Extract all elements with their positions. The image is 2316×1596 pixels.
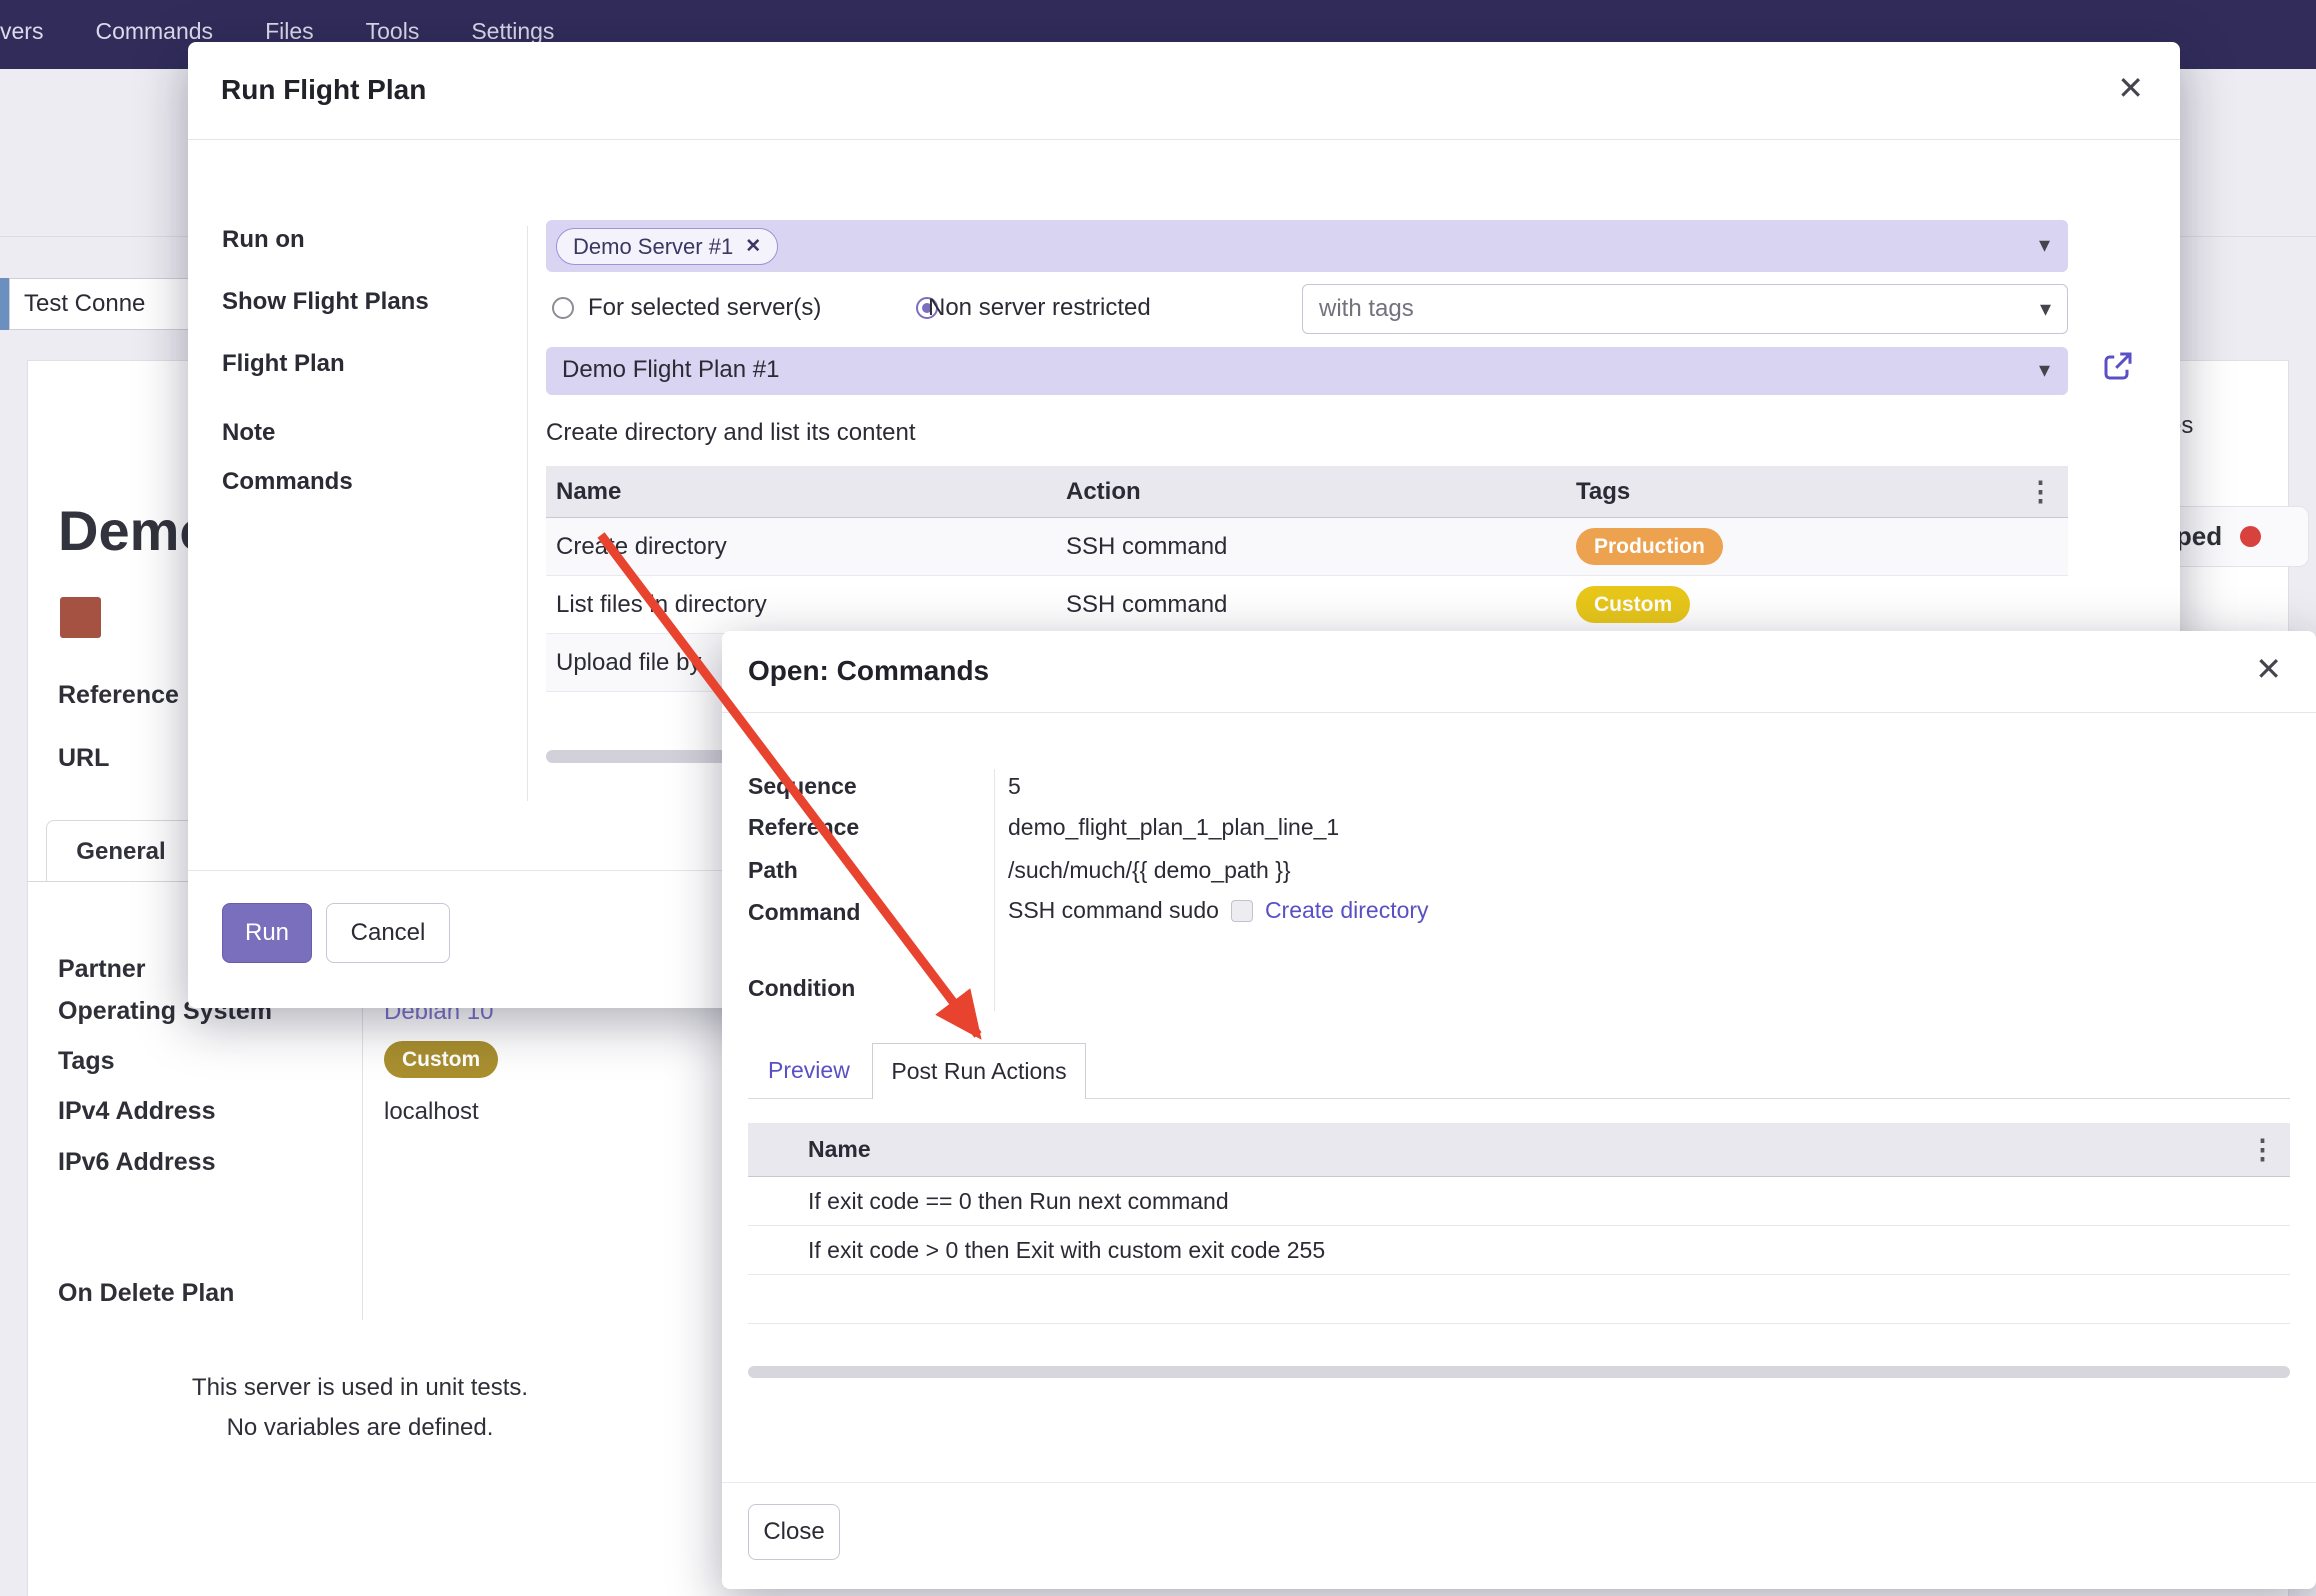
path-label: Path [748,857,798,884]
left-edge-button[interactable] [0,278,9,330]
remove-tag-icon[interactable]: ✕ [745,235,761,258]
modal-header: Open: Commands ✕ [722,631,2316,713]
row-action: SSH command [1056,533,1566,561]
actions-table-header: Name ⋮ [748,1123,2290,1177]
table-row[interactable]: If exit code > 0 then Exit with custom e… [748,1226,2290,1275]
color-swatch[interactable] [60,597,101,638]
nav-item-files[interactable]: Files [265,18,314,45]
plan-description: Create directory and list its content [546,419,916,447]
server-tag-chip[interactable]: Demo Server #1 ✕ [556,228,778,265]
commands-modal: Open: Commands ✕ Sequence Reference Path… [722,631,2316,1589]
reference-label: Reference [748,814,859,841]
command-row: SSH command sudo Create directory [1008,897,1429,924]
modal-footer-divider [722,1482,2316,1483]
row-name: Create directory [546,533,1056,561]
modal-header: Run Flight Plan ✕ [188,42,2180,140]
tags-custom-badge: Custom [384,1041,498,1078]
tab-post-run-actions[interactable]: Post Run Actions [872,1043,1086,1099]
command-label: Command [748,899,860,926]
reference-value: demo_flight_plan_1_plan_line_1 [1008,814,1339,841]
table-row[interactable]: Create directory SSH command Production [546,518,2068,576]
on-delete-plan-label: On Delete Plan [58,1279,234,1308]
run-button[interactable]: Run [222,903,312,963]
run-on-label: Run on [222,226,305,254]
path-value: /such/much/{{ demo_path }} [1008,857,1291,884]
nav-item-servers[interactable]: vers [0,18,43,45]
production-badge: Production [1576,528,1723,565]
row-name: If exit code == 0 then Run next command [748,1188,1229,1215]
unit-test-note: This server is used in unit tests. [100,1374,620,1402]
show-flight-plans-label: Show Flight Plans [222,288,429,316]
row-name: List files in directory [546,591,1056,619]
ipv4-value: localhost [384,1098,479,1126]
no-variables-note: No variables are defined. [100,1414,620,1442]
tab-preview[interactable]: Preview [768,1043,850,1098]
table-row[interactable]: List files in directory SSH command Cust… [546,576,2068,634]
radio-selected-servers-label[interactable]: For selected server(s) [588,294,821,322]
flight-plan-label: Flight Plan [222,350,345,378]
with-tags-input[interactable] [1303,285,2067,333]
empty-row[interactable] [748,1275,2290,1324]
ipv4-label: IPv4 Address [58,1097,215,1126]
chevron-down-icon: ▾ [2040,296,2051,322]
note-label: Note [222,419,275,447]
condition-label: Condition [748,975,855,1002]
radio-selected-servers[interactable] [552,297,574,319]
cancel-button[interactable]: Cancel [326,903,450,963]
run-on-field[interactable]: Demo Server #1 ✕ ▾ [546,220,2068,272]
create-directory-link[interactable]: Create directory [1265,897,1429,924]
close-icon[interactable]: ✕ [2117,72,2144,104]
header-tags[interactable]: Tags [1566,478,2068,506]
tags-label: Tags [58,1047,115,1076]
close-button[interactable]: Close [748,1504,840,1560]
modal-title: Run Flight Plan [221,74,426,106]
partner-label: Partner [58,955,146,984]
close-icon[interactable]: ✕ [2255,653,2282,685]
table-row[interactable]: If exit code == 0 then Run next command [748,1177,2290,1226]
commands-label: Commands [222,468,353,496]
post-run-actions-table: Name ⋮ If exit code == 0 then Run next c… [748,1123,2290,1324]
column-options-icon[interactable]: ⋮ [2027,476,2054,507]
row-action: SSH command [1056,591,1566,619]
tab-general[interactable]: General [46,820,196,882]
sequence-value: 5 [1008,773,1021,800]
commands-table-header: Name Action Tags ⋮ [546,466,2068,518]
header-action[interactable]: Action [1056,478,1566,506]
radio-non-server-restricted-label[interactable]: Non server restricted [928,294,1151,322]
column-options-icon[interactable]: ⋮ [2249,1134,2276,1165]
header-name[interactable]: Name [748,1136,871,1163]
nav-item-tools[interactable]: Tools [366,18,420,45]
command-value: SSH command sudo [1008,897,1219,924]
custom-badge: Custom [1576,586,1690,623]
row-name: If exit code > 0 then Exit with custom e… [748,1237,1325,1264]
flight-plan-value: Demo Flight Plan #1 [562,356,779,384]
label-column-divider [527,226,528,801]
chevron-down-icon: ▾ [2039,232,2050,258]
label-column-divider [994,769,995,1011]
flight-plan-select[interactable]: Demo Flight Plan #1 ▾ [546,347,2068,395]
external-link-icon[interactable] [2100,348,2136,384]
modal-title: Open: Commands [748,655,989,687]
test-connection-button[interactable]: Test Conne [9,278,201,330]
server-tag-label: Demo Server #1 [573,234,733,260]
nav-item-commands[interactable]: Commands [95,18,213,45]
reference-label: Reference [58,681,179,710]
ipv6-label: IPv6 Address [58,1148,215,1177]
sequence-label: Sequence [748,773,857,800]
page: vers Commands Files Tools Settings Test … [0,0,2316,1596]
with-tags-field: ▾ [1302,284,2068,334]
command-checkbox[interactable] [1231,900,1253,922]
url-label: URL [58,744,109,773]
header-name[interactable]: Name [546,478,1056,506]
chevron-down-icon: ▾ [2039,357,2050,383]
status-dot-icon [2240,526,2261,547]
nav-item-settings[interactable]: Settings [471,18,554,45]
horizontal-scrollbar[interactable] [748,1366,2290,1378]
